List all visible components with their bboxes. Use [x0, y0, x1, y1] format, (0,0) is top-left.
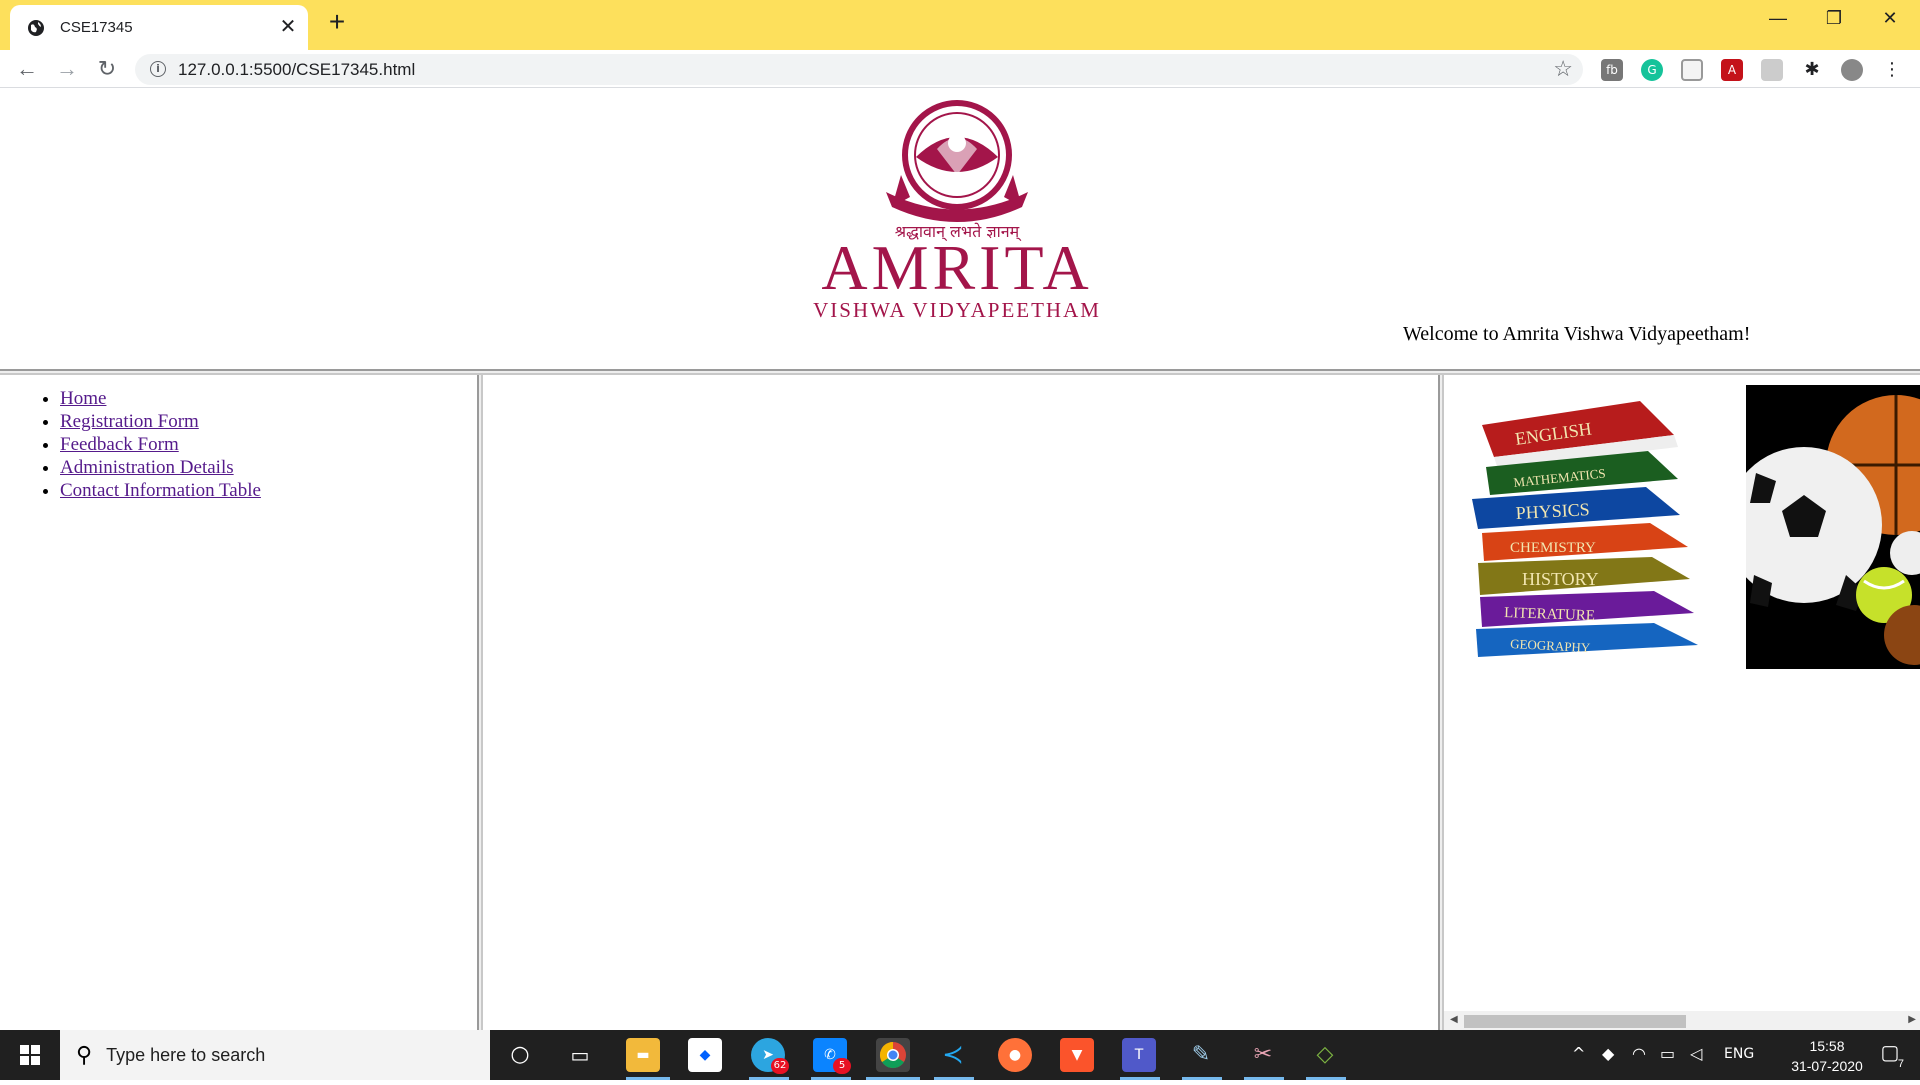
book-label-literature: LITERATURE [1504, 605, 1595, 624]
snip-tool-icon[interactable]: ✂ [1246, 1038, 1280, 1072]
teams-icon[interactable]: T [1122, 1038, 1156, 1072]
page-content: श्रद्धावान् लभते ज्ञानम् AMRITA VISHWA V… [0, 89, 1920, 1030]
nav-link-contact[interactable]: Contact Information Table [60, 480, 261, 501]
tray-language[interactable]: ENG [1724, 1046, 1754, 1062]
browser-tab-bar: CSE17345 ✕ + — ❐ ✕ [0, 0, 1920, 50]
sports-balls-image [1746, 385, 1920, 669]
taskbar-search-box[interactable]: ⚲ Type here to search [60, 1030, 490, 1080]
minimize-button[interactable]: — [1758, 6, 1798, 30]
book-label-history: HISTORY [1522, 569, 1599, 589]
chat-app-icon[interactable]: ✆ 5 [813, 1038, 851, 1074]
vscode-icon[interactable]: ≺ [936, 1038, 970, 1072]
tray-battery-icon[interactable]: ▭ [1660, 1044, 1675, 1063]
forward-button[interactable]: → [52, 54, 82, 84]
scroll-left-arrow-icon[interactable]: ◀ [1450, 1014, 1458, 1025]
scrollbar-thumb[interactable] [1464, 1015, 1686, 1028]
nav-item-registration: Registration Form [60, 410, 261, 433]
search-placeholder: Type here to search [106, 1044, 266, 1065]
notification-count: 7 [1897, 1058, 1904, 1070]
nav-item-feedback: Feedback Form [60, 433, 261, 456]
taskbar-clock[interactable]: 15:58 31-07-2020 [1782, 1036, 1872, 1076]
book-label-chemistry: CHEMISTRY [1510, 540, 1596, 556]
nav-item-administration: Administration Details [60, 456, 261, 479]
grammarly-icon[interactable]: G [1641, 59, 1663, 81]
tray-dropbox-icon[interactable]: ◆ [1602, 1044, 1614, 1063]
tab-title: CSE17345 [60, 19, 133, 36]
tray-chevron-up-icon[interactable]: ^ [1572, 1044, 1585, 1063]
reload-button[interactable]: ↻ [92, 54, 122, 84]
address-bar[interactable]: i 127.0.0.1:5500/CSE17345.html ☆ [135, 54, 1583, 85]
tray-volume-icon[interactable]: ◁ [1690, 1044, 1702, 1063]
site-info-icon[interactable]: i [150, 61, 166, 77]
nav-item-home: Home [60, 387, 261, 410]
url-text: 127.0.0.1:5500/CSE17345.html [178, 60, 416, 79]
back-button[interactable]: ← [12, 54, 42, 84]
logo-title: AMRITA [821, 232, 1092, 303]
new-tab-button[interactable]: + [324, 8, 350, 36]
extension-timer-icon[interactable] [1681, 59, 1703, 81]
browser-toolbar: ← → ↻ i 127.0.0.1:5500/CSE17345.html ☆ f… [0, 50, 1920, 88]
search-icon: ⚲ [76, 1042, 93, 1067]
image-frame: ENGLISH MATHEMATICS PHYSICS CHEMISTRY HI… [1444, 375, 1920, 1030]
page-header: श्रद्धावान् लभते ज्ञानम् AMRITA VISHWA V… [0, 89, 1920, 371]
clock-date: 31-07-2020 [1791, 1058, 1863, 1074]
telegram-badge: 62 [771, 1058, 789, 1074]
menu-kebab-icon[interactable]: ⋮ [1881, 59, 1903, 81]
main-frame [483, 375, 1439, 1030]
nav-link-registration[interactable]: Registration Form [60, 411, 199, 432]
book-label-physics: PHYSICS [1515, 499, 1590, 523]
scroll-right-arrow-icon[interactable]: ▶ [1908, 1014, 1916, 1025]
clock-time: 15:58 [1809, 1038, 1845, 1054]
paint-icon[interactable]: ✎ [1184, 1038, 1218, 1072]
horizontal-scrollbar[interactable]: ◀ ▶ [1444, 1011, 1920, 1030]
taskbar: ⚲ Type here to search ○ ▭ ▬ ◆ ➤ 62 ✆ 5 ≺ ●… [0, 1030, 1920, 1080]
amrita-logo: श्रद्धावान् लभते ज्ञानम् AMRITA VISHWA V… [813, 100, 1101, 322]
restore-button[interactable]: ❐ [1814, 6, 1854, 30]
notification-center-icon[interactable]: ▢ 7 [1872, 1040, 1908, 1070]
profile-avatar[interactable] [1841, 59, 1863, 81]
dropbox-icon[interactable]: ◆ [688, 1038, 722, 1072]
extension-grey-icon[interactable] [1761, 59, 1783, 81]
firefox-icon[interactable]: ● [998, 1038, 1032, 1072]
logo-subtitle: VISHWA VIDYAPEETHAM [813, 298, 1101, 322]
welcome-text: Welcome to Amrita Vishwa Vidyapeetham! [1403, 323, 1751, 345]
nav-frame: Home Registration Form Feedback Form Adm… [0, 375, 478, 1030]
tab-close-icon[interactable]: ✕ [278, 17, 298, 37]
windows-start-icon[interactable] [0, 1030, 60, 1080]
extension-fb-icon[interactable]: fb [1601, 59, 1623, 81]
globe-icon [28, 19, 44, 36]
extensions-puzzle-icon[interactable]: ✱ [1801, 59, 1823, 81]
chrome-icon[interactable] [876, 1038, 910, 1072]
bookmark-star-icon[interactable]: ☆ [1553, 56, 1573, 82]
chat-app-badge: 5 [833, 1058, 851, 1074]
nav-item-contact: Contact Information Table [60, 479, 261, 502]
task-view-icon[interactable]: ▭ [563, 1038, 597, 1072]
file-explorer-icon[interactable]: ▬ [626, 1038, 660, 1072]
close-window-button[interactable]: ✕ [1870, 6, 1910, 30]
tray-wifi-icon[interactable]: ◠ [1632, 1044, 1646, 1063]
books-image: ENGLISH MATHEMATICS PHYSICS CHEMISTRY HI… [1472, 401, 1698, 657]
cortana-icon[interactable]: ○ [503, 1038, 537, 1072]
brave-icon[interactable]: ▼ [1060, 1038, 1094, 1072]
pdf-icon[interactable]: A [1721, 59, 1743, 81]
nav-link-feedback[interactable]: Feedback Form [60, 434, 179, 455]
nav-link-administration[interactable]: Administration Details [60, 457, 234, 478]
git-app-icon[interactable]: ◇ [1308, 1038, 1342, 1072]
nav-list: Home Registration Form Feedback Form Adm… [60, 387, 261, 502]
telegram-icon[interactable]: ➤ 62 [751, 1038, 789, 1074]
browser-tab[interactable]: CSE17345 ✕ [10, 5, 308, 50]
nav-link-home[interactable]: Home [60, 388, 106, 409]
